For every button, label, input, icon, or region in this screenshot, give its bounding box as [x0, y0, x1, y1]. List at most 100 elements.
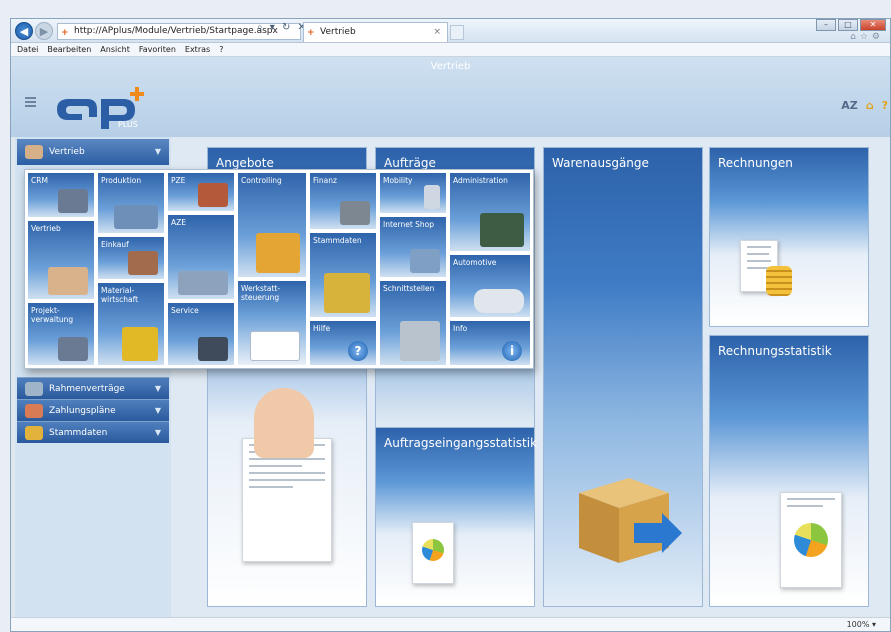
minimize-button[interactable]: – [816, 19, 836, 31]
module-label: PZE [171, 176, 186, 185]
sidebar-item-vertrieb[interactable]: Vertrieb ▼ [17, 139, 169, 165]
forklift-icon [122, 327, 158, 361]
app-logo: PLUS [57, 87, 144, 129]
chevron-down-icon: ▼ [154, 428, 161, 437]
sidebar-item-label: Rahmenverträge [49, 384, 125, 394]
safe-icon [340, 201, 370, 225]
sidebar-item-rahmenvertraege[interactable]: Rahmenverträge ▼ [17, 377, 169, 399]
web-cart-icon [410, 249, 440, 273]
help-icon: ? [348, 341, 368, 361]
coins-icon [766, 266, 792, 296]
module-tile-pze[interactable]: PZE [167, 172, 235, 212]
module-tile-info[interactable]: Info i [449, 320, 531, 366]
url-text: http://APplus/Module/Vertrieb/Startpage.… [74, 26, 278, 36]
module-label: Administration [453, 176, 508, 185]
module-label: CRM [31, 176, 48, 185]
tile-title: Rechnungen [718, 156, 793, 170]
menu-extras[interactable]: Extras [185, 43, 210, 56]
module-tile-vertrieb[interactable]: Vertrieb [27, 220, 95, 300]
status-bar: 100% ▾ [11, 617, 890, 631]
chevron-down-icon: ▼ [154, 147, 161, 156]
tab-vertrieb[interactable]: + Vertrieb × [303, 22, 448, 42]
module-tile-werkstattsteuerung[interactable]: Werkstatt- steuerung [237, 280, 307, 366]
zoom-level[interactable]: 100% [847, 620, 870, 629]
module-tile-internet-shop[interactable]: Internet Shop [379, 216, 447, 278]
database-icon [400, 321, 440, 361]
module-tile-service[interactable]: Service [167, 302, 235, 366]
tile-title: Angebote [216, 156, 274, 170]
module-tile-einkauf[interactable]: Einkauf [97, 236, 165, 280]
tile-rechnungsstatistik[interactable]: Rechnungsstatistik [709, 335, 869, 607]
info-icon: i [502, 341, 522, 361]
module-tile-controlling[interactable]: Controlling [237, 172, 307, 278]
hand-icon [254, 388, 314, 458]
folder-icon [25, 426, 43, 440]
statistics-report-icon [780, 492, 842, 588]
forward-button[interactable]: ▶ [35, 22, 53, 40]
sidebar-item-label: Zahlungspläne [49, 406, 116, 416]
module-label: Produktion [101, 176, 142, 185]
back-button[interactable]: ◀ [15, 22, 33, 40]
user-icon[interactable]: ⌂ [866, 99, 874, 112]
new-tab-button[interactable] [450, 25, 464, 40]
module-tile-hilfe[interactable]: Hilfe ? [309, 320, 377, 366]
package-icon [579, 478, 682, 563]
close-window-button[interactable]: ✕ [860, 19, 886, 31]
module-tile-projektverwaltung[interactable]: Projekt- verwaltung [27, 302, 95, 366]
tab-favicon-icon: + [307, 28, 315, 38]
menu-favoriten[interactable]: Favoriten [139, 43, 176, 56]
module-label: Werkstatt- steuerung [241, 284, 281, 302]
module-tile-mobility[interactable]: Mobility [379, 172, 447, 214]
handshake-icon [48, 267, 88, 295]
module-label: Service [171, 306, 199, 315]
header-icons: AZ ⌂ ? [841, 99, 888, 112]
module-label: Info [453, 324, 468, 333]
module-tile-administration[interactable]: Administration [449, 172, 531, 252]
menu-bar: Datei Bearbeiten Ansicht Favoriten Extra… [11, 43, 890, 57]
module-label: Material- wirtschaft [101, 286, 139, 304]
factory-icon [114, 205, 158, 229]
monitor-tools-icon [480, 213, 524, 247]
module-tile-finanz[interactable]: Finanz [309, 172, 377, 230]
sidebar-item-zahlungsplaene[interactable]: Zahlungspläne ▼ [17, 399, 169, 421]
chevron-down-icon[interactable]: ▾ [872, 620, 876, 629]
module-menu-popup: CRM Vertrieb Projekt- verwaltung Produkt… [24, 169, 534, 369]
handshake-icon [25, 145, 43, 159]
toolbar-icons[interactable]: ⌂☆⚙ [850, 32, 884, 42]
app-title: Vertrieb [430, 61, 471, 72]
menu-bearbeiten[interactable]: Bearbeiten [47, 43, 91, 56]
sidebar-item-stammdaten[interactable]: Stammdaten ▼ [17, 421, 169, 443]
menu-help[interactable]: ? [219, 43, 223, 56]
module-label: Stammdaten [313, 236, 362, 245]
address-controls[interactable]: ⌕ ▾ ↻ ✕ [257, 22, 308, 33]
app-header: Vertrieb PLUS AZ ⌂ ? [11, 57, 890, 137]
menu-ansicht[interactable]: Ansicht [100, 43, 130, 56]
chevron-down-icon: ▼ [154, 384, 161, 393]
tile-rechnungen[interactable]: Rechnungen [709, 147, 869, 327]
module-label: Internet Shop [383, 220, 435, 229]
module-tile-automotive[interactable]: Automotive [449, 254, 531, 318]
module-tile-crm[interactable]: CRM [27, 172, 95, 218]
phone-icon [424, 185, 440, 209]
module-label: Hilfe [313, 324, 331, 333]
sort-az-icon[interactable]: AZ [841, 99, 858, 112]
module-tile-schnittstellen[interactable]: Schnittstellen [379, 280, 447, 366]
contract-icon [25, 382, 43, 396]
menu-toggle-icon[interactable] [25, 97, 36, 107]
help-icon[interactable]: ? [882, 99, 888, 112]
people-icon [58, 189, 88, 213]
module-tile-aze[interactable]: AZE [167, 214, 235, 300]
chevron-down-icon: ▼ [154, 406, 161, 415]
module-tile-stammdaten[interactable]: Stammdaten [309, 232, 377, 318]
tile-warenausgaenge[interactable]: Warenausgänge [543, 147, 703, 607]
module-tile-produktion[interactable]: Produktion [97, 172, 165, 234]
module-label: Projekt- verwaltung [31, 306, 74, 324]
tab-close-icon[interactable]: × [433, 23, 441, 41]
menu-datei[interactable]: Datei [17, 43, 38, 56]
tile-auftragseingangsstatistik[interactable]: Auftragseingangsstatistik [375, 427, 537, 607]
maximize-button[interactable]: □ [838, 19, 858, 31]
tile-title: Aufträge [384, 156, 436, 170]
module-label: Finanz [313, 176, 337, 185]
site-favicon-icon: + [61, 28, 69, 38]
module-tile-materialwirtschaft[interactable]: Material- wirtschaft [97, 282, 165, 366]
